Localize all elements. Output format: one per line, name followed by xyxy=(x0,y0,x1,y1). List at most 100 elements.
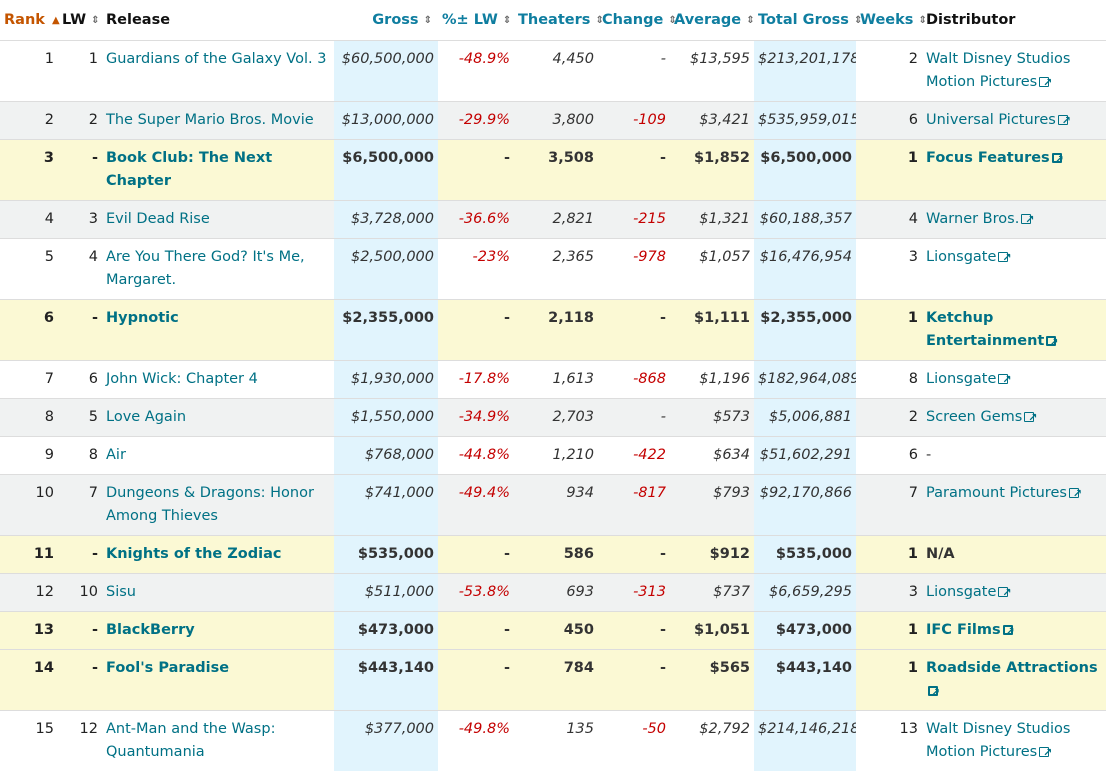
sort-arrows-icon: ⇕ xyxy=(918,15,926,26)
avg-cell: $912 xyxy=(670,536,754,574)
change-cell: -817 xyxy=(598,475,670,536)
distributor-cell: IFC Films xyxy=(922,612,1106,650)
release-cell: Air xyxy=(102,437,334,475)
distributor-link[interactable]: Walt Disney Studios Motion Pictures xyxy=(926,51,1070,90)
weeks-cell: 3 xyxy=(856,574,922,612)
pct-cell: -53.8% xyxy=(438,574,514,612)
sort-arrows-icon: ⇕ xyxy=(595,15,603,26)
table-row: 76John Wick: Chapter 4$1,930,000-17.8%1,… xyxy=(0,361,1106,399)
pct-cell: -23% xyxy=(438,239,514,300)
theaters-cell: 1,613 xyxy=(514,361,598,399)
lw-cell: 12 xyxy=(58,711,102,771)
distributor-link[interactable]: Walt Disney Studios Motion Pictures xyxy=(926,721,1070,760)
gross-cell: $6,500,000 xyxy=(334,140,438,201)
table-row: 1512Ant-Man and the Wasp: Quantumania$37… xyxy=(0,711,1106,771)
lw-cell: 2 xyxy=(58,102,102,140)
release-link[interactable]: The Super Mario Bros. Movie xyxy=(106,112,314,128)
distributor-link[interactable]: IFC Films xyxy=(926,622,1013,638)
total-cell: $2,355,000 xyxy=(754,300,856,361)
external-link-icon xyxy=(1052,153,1062,163)
distributor-link[interactable]: Warner Bros. xyxy=(926,211,1031,227)
change-header[interactable]: Change ⇕ xyxy=(598,0,670,41)
total-cell: $535,959,015 xyxy=(754,102,856,140)
theaters-header[interactable]: Theaters ⇕ xyxy=(514,0,598,41)
external-link-icon xyxy=(1069,488,1079,498)
external-link-icon xyxy=(1021,214,1031,224)
rank-cell: 7 xyxy=(0,361,58,399)
gross-cell: $535,000 xyxy=(334,536,438,574)
distributor-link[interactable]: Focus Features xyxy=(926,150,1062,166)
release-link[interactable]: Hypnotic xyxy=(106,310,179,326)
rank-header[interactable]: Rank ▲ xyxy=(0,0,58,41)
avg-cell: $13,595 xyxy=(670,41,754,102)
lw-header[interactable]: LW ⇕ xyxy=(58,0,102,41)
distributor-header: Distributor xyxy=(922,0,1106,41)
distributor-link[interactable]: Roadside Attractions xyxy=(926,660,1098,699)
distributor-cell: Lionsgate xyxy=(922,239,1106,300)
distributor-link[interactable]: Lionsgate xyxy=(926,371,1008,387)
weeks-cell: 8 xyxy=(856,361,922,399)
distributor-name: Focus Features xyxy=(926,150,1050,166)
weeks-cell: 6 xyxy=(856,437,922,475)
avg-cell: $3,421 xyxy=(670,102,754,140)
lw-cell: 3 xyxy=(58,201,102,239)
release-link[interactable]: Are You There God? It's Me, Margaret. xyxy=(106,249,305,288)
total-cell: $535,000 xyxy=(754,536,856,574)
distributor-link[interactable]: Paramount Pictures xyxy=(926,485,1079,501)
release-link[interactable]: Air xyxy=(106,447,126,463)
avg-cell: $1,196 xyxy=(670,361,754,399)
release-cell: Fool's Paradise xyxy=(102,650,334,711)
lw-cell: - xyxy=(58,140,102,201)
release-link[interactable]: Dungeons & Dragons: Honor Among Thieves xyxy=(106,485,314,524)
change-cell: - xyxy=(598,399,670,437)
rank-cell: 3 xyxy=(0,140,58,201)
release-header[interactable]: Release xyxy=(102,0,334,41)
distributor-link[interactable]: Lionsgate xyxy=(926,584,1008,600)
avg-cell: $1,051 xyxy=(670,612,754,650)
lw-cell: 5 xyxy=(58,399,102,437)
table-row: 3-Book Club: The Next Chapter$6,500,000-… xyxy=(0,140,1106,201)
distributor-link[interactable]: Lionsgate xyxy=(926,249,1008,265)
gross-cell: $1,550,000 xyxy=(334,399,438,437)
gross-header[interactable]: Gross ⇕ xyxy=(334,0,438,41)
pct-lw-header[interactable]: %± LW ⇕ xyxy=(438,0,514,41)
pct-cell: -34.9% xyxy=(438,399,514,437)
total-gross-header[interactable]: Total Gross ⇕ xyxy=(754,0,856,41)
sort-arrows-icon: ⇕ xyxy=(424,15,432,26)
distributor-cell: N/A xyxy=(922,536,1106,574)
table-row: 22The Super Mario Bros. Movie$13,000,000… xyxy=(0,102,1106,140)
distributor-link[interactable]: Screen Gems xyxy=(926,409,1034,425)
change-cell: -313 xyxy=(598,574,670,612)
change-cell: -978 xyxy=(598,239,670,300)
distributor-link[interactable]: Universal Pictures xyxy=(926,112,1068,128)
change-cell: -422 xyxy=(598,437,670,475)
weeks-cell: 1 xyxy=(856,612,922,650)
weeks-header[interactable]: Weeks ⇕ xyxy=(856,0,922,41)
change-cell: - xyxy=(598,612,670,650)
release-link[interactable]: Sisu xyxy=(106,584,136,600)
release-cell: Hypnotic xyxy=(102,300,334,361)
release-link[interactable]: Evil Dead Rise xyxy=(106,211,210,227)
rank-cell: 12 xyxy=(0,574,58,612)
rank-cell: 11 xyxy=(0,536,58,574)
distributor-link[interactable]: Ketchup Entertainment xyxy=(926,310,1056,349)
table-row: 85Love Again$1,550,000-34.9%2,703-$573$5… xyxy=(0,399,1106,437)
gross-cell: $1,930,000 xyxy=(334,361,438,399)
release-link[interactable]: John Wick: Chapter 4 xyxy=(106,371,258,387)
change-cell: -868 xyxy=(598,361,670,399)
release-link[interactable]: Fool's Paradise xyxy=(106,660,229,676)
average-header[interactable]: Average ⇕ xyxy=(670,0,754,41)
sort-arrows-icon: ⇕ xyxy=(854,15,862,26)
release-link[interactable]: Book Club: The Next Chapter xyxy=(106,150,272,189)
sort-arrows-icon: ⇕ xyxy=(746,15,754,26)
release-link[interactable]: Guardians of the Galaxy Vol. 3 xyxy=(106,51,326,67)
pct-cell: - xyxy=(438,300,514,361)
release-cell: Sisu xyxy=(102,574,334,612)
release-link[interactable]: Knights of the Zodiac xyxy=(106,546,282,562)
release-link[interactable]: Ant-Man and the Wasp: Quantumania xyxy=(106,721,275,760)
release-link[interactable]: Love Again xyxy=(106,409,186,425)
release-link[interactable]: BlackBerry xyxy=(106,622,195,638)
pct-cell: -48.9% xyxy=(438,41,514,102)
change-cell: - xyxy=(598,650,670,711)
rank-cell: 1 xyxy=(0,41,58,102)
